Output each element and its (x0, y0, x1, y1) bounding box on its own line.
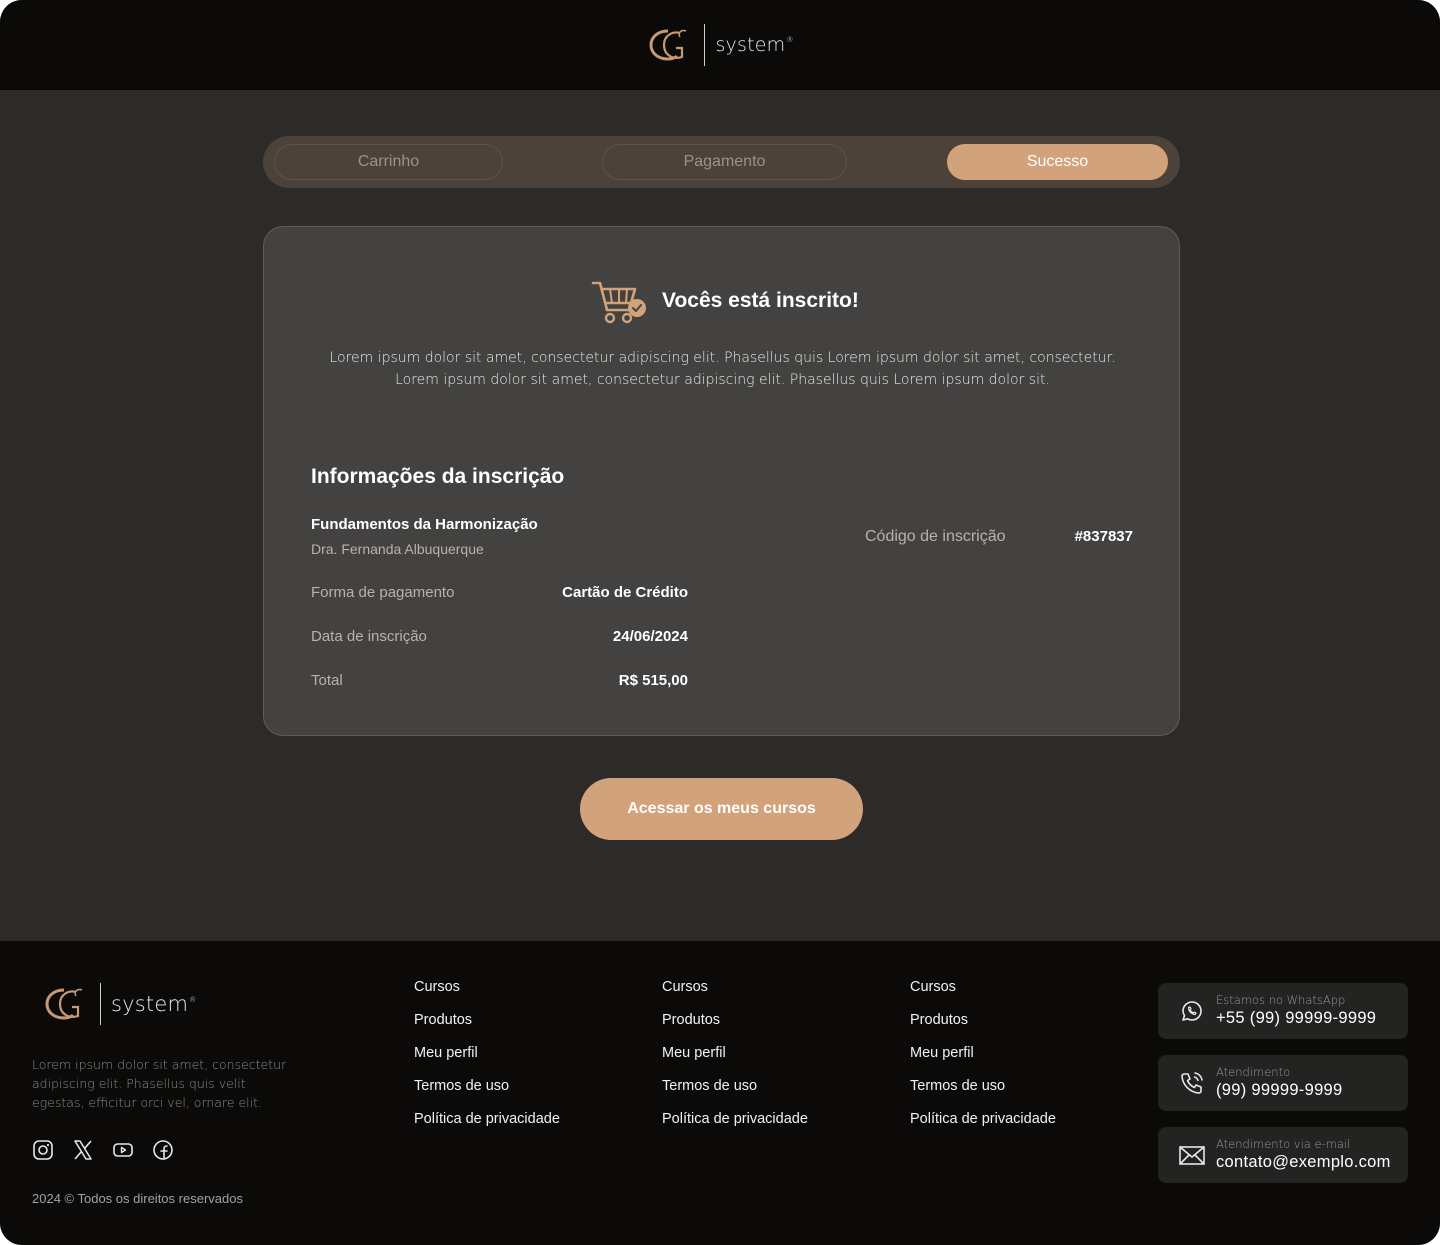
step-sucesso[interactable]: Sucesso (947, 144, 1168, 180)
copyright-text: 2024 © Todos os direitos reservados (32, 1191, 243, 1206)
site-footer: system® Lorem ipsum dolor sit amet, cons… (0, 941, 1440, 1245)
footer-link-produtos[interactable]: Produtos (662, 1012, 808, 1045)
cart-check-icon (591, 281, 646, 324)
course-name: Fundamentos da Harmonização (311, 516, 538, 533)
contact-label: Estamos no WhatsApp (1216, 993, 1346, 1007)
success-heading: Vocês está inscrito! (590, 277, 859, 325)
footer-link-column: Cursos Produtos Meu perfil Termos de uso… (910, 979, 1056, 1144)
step-carrinho[interactable]: Carrinho (274, 144, 503, 180)
footer-link-cursos[interactable]: Cursos (662, 979, 808, 1012)
course-author: Dra. Fernanda Albuquerque (311, 541, 484, 557)
total-value: R$ 515,00 (618, 672, 688, 689)
contact-whatsapp[interactable]: Estamos no WhatsApp +55 (99) 99999-9999 (1158, 983, 1408, 1039)
footer-link-termos[interactable]: Termos de uso (910, 1078, 1056, 1111)
contact-phone[interactable]: Atendimento (99) 99999-9999 (1158, 1055, 1408, 1111)
footer-description: Lorem ipsum dolor sit amet, consectetur … (32, 1057, 287, 1110)
enrollment-date-label: Data de inscrição (311, 628, 427, 645)
footer-link-produtos[interactable]: Produtos (414, 1012, 560, 1045)
payment-method-label: Forma de pagamento (311, 584, 455, 601)
contact-value: +55 (99) 99999-9999 (1216, 1009, 1377, 1027)
total-label: Total (311, 672, 343, 689)
contact-email[interactable]: Atendimento via e-mail contato@exemplo.c… (1158, 1127, 1408, 1183)
footer-link-cursos[interactable]: Cursos (414, 979, 560, 1012)
footer-link-privacidade[interactable]: Política de privacidade (662, 1111, 808, 1144)
gc-monogram-icon (45, 988, 83, 1020)
x-icon[interactable] (72, 1139, 94, 1161)
top-header: system® (0, 0, 1440, 90)
mail-icon (1179, 1146, 1205, 1165)
success-description: Lorem ipsum dolor sit amet, consectetur … (304, 347, 1141, 391)
contact-label: Atendimento (1216, 1065, 1291, 1079)
enrollment-code-row: Código de inscrição #837837 (865, 528, 1133, 546)
payment-method-value: Cartão de Crédito (562, 584, 688, 601)
social-links (32, 1139, 174, 1161)
brand-logo[interactable]: system® (646, 24, 793, 66)
footer-link-termos[interactable]: Termos de uso (662, 1078, 808, 1111)
success-card: Vocês está inscrito! Lorem ipsum dolor s… (263, 226, 1180, 736)
contact-label: Atendimento via e-mail (1216, 1137, 1351, 1151)
facebook-icon[interactable] (152, 1139, 174, 1161)
footer-link-produtos[interactable]: Produtos (910, 1012, 1056, 1045)
phone-icon (1181, 1072, 1203, 1094)
success-description-line: Lorem ipsum dolor sit amet, consectetur … (395, 372, 1050, 388)
enrollment-date-row: Data de inscrição 24/06/2024 (311, 628, 688, 645)
enrollment-code-label: Código de inscrição (865, 528, 1006, 545)
success-title: Vocês está inscrito! (662, 289, 859, 312)
footer-link-cursos[interactable]: Cursos (910, 979, 1056, 1012)
page-frame: system® Carrinho Pagamento Sucesso Vocês… (0, 0, 1440, 1245)
footer-link-privacidade[interactable]: Política de privacidade (414, 1111, 560, 1144)
youtube-icon[interactable] (112, 1139, 134, 1161)
step-pagamento[interactable]: Pagamento (602, 144, 847, 180)
brand-name: system® (111, 992, 197, 1016)
instagram-icon[interactable] (32, 1139, 54, 1161)
info-section-title: Informações da inscrição (311, 465, 565, 488)
footer-link-meu-perfil[interactable]: Meu perfil (414, 1045, 560, 1078)
footer-link-privacidade[interactable]: Política de privacidade (910, 1111, 1056, 1144)
success-description-line: Lorem ipsum dolor sit amet, consectetur … (329, 350, 1116, 366)
access-courses-button[interactable]: Acessar os meus cursos (580, 778, 863, 840)
enrollment-date-value: 24/06/2024 (612, 628, 688, 645)
contact-value: contato@exemplo.com (1216, 1153, 1391, 1171)
brand-name: system® (715, 34, 794, 56)
payment-method-row: Forma de pagamento Cartão de Crédito (311, 584, 688, 601)
logo-divider (100, 983, 101, 1025)
contact-value: (99) 99999-9999 (1216, 1081, 1343, 1099)
gc-monogram-icon (649, 29, 687, 61)
logo-divider (704, 24, 706, 66)
enrollment-code-value: #837837 (1074, 528, 1133, 545)
footer-brand-logo[interactable]: system® (42, 983, 196, 1025)
footer-link-column: Cursos Produtos Meu perfil Termos de uso… (662, 979, 808, 1144)
footer-link-column: Cursos Produtos Meu perfil Termos de uso… (414, 979, 560, 1144)
footer-link-meu-perfil[interactable]: Meu perfil (910, 1045, 1056, 1078)
checkout-stepper: Carrinho Pagamento Sucesso (263, 136, 1180, 188)
footer-link-meu-perfil[interactable]: Meu perfil (662, 1045, 808, 1078)
footer-link-termos[interactable]: Termos de uso (414, 1078, 560, 1111)
total-row: Total R$ 515,00 (311, 672, 688, 689)
whatsapp-icon (1182, 1001, 1202, 1021)
